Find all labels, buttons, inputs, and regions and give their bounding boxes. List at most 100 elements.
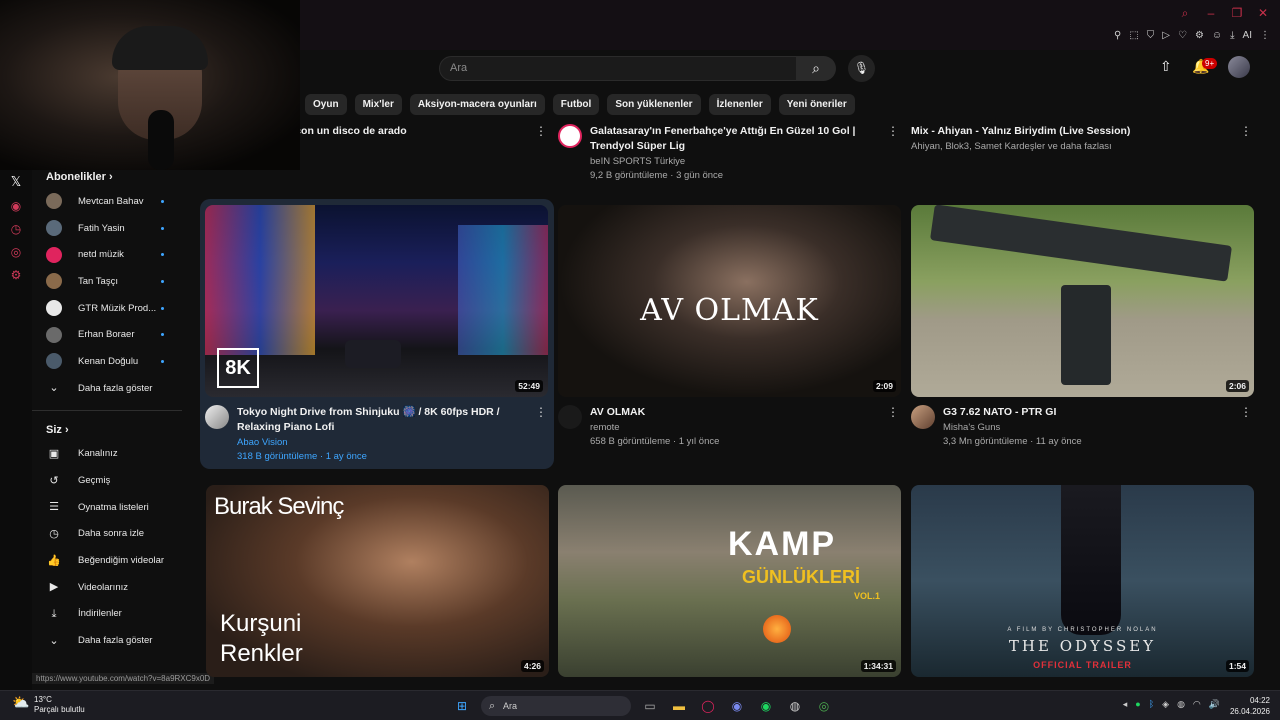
spotify-tray-icon[interactable]: ● [1135, 699, 1140, 710]
pin-icon[interactable]: ⚲ [1114, 30, 1121, 41]
video-thumbnail[interactable]: KAMP GÜNLÜKLERİ VOL.1 1:34:31 [558, 485, 901, 677]
video-thumbnail[interactable]: 8K 52:49 [205, 205, 548, 397]
video-thumbnail[interactable]: 2:06 [911, 205, 1254, 397]
more-options-icon[interactable]: ⋮ [887, 405, 899, 419]
video-title[interactable]: G3 7.62 NATO - PTR GI [943, 405, 1254, 420]
show-more-subscriptions[interactable]: ⌄ Daha fazla göster [32, 375, 182, 402]
more-options-icon[interactable]: ⋮ [535, 124, 547, 138]
menu-icon[interactable]: ⋮ [1260, 30, 1270, 41]
screenshot-icon[interactable]: ⬚ [1129, 30, 1138, 41]
video-title[interactable]: Galatasaray'ın Fenerbahçe'ye Attığı En G… [590, 124, 901, 154]
subscription-item[interactable]: Tan Taşçı [32, 268, 182, 295]
video-card[interactable]: 2:06 G3 7.62 NATO - PTR GI Misha's Guns … [911, 205, 1254, 463]
you-item[interactable]: ↺ Geçmiş [32, 467, 182, 494]
task-view-icon[interactable]: ▭ [640, 696, 660, 716]
shield-icon[interactable]: ⛉ [1147, 30, 1155, 41]
video-title[interactable]: Tokyo Night Drive from Shinjuku 🎆 / 8K 6… [237, 405, 549, 435]
video-card[interactable]: A FILM BY CHRISTOPHER NOLAN THE ODYSSEY … [911, 485, 1254, 677]
steam-icon[interactable]: ◍ [785, 696, 805, 716]
video-card-partial-3[interactable]: Mix - Ahiyan - Yalnız Biriydim (Live Ses… [911, 120, 1254, 186]
account-avatar[interactable] [1228, 56, 1250, 78]
show-more-you[interactable]: ⌄ Daha fazla göster [32, 627, 182, 654]
channel-avatar[interactable] [205, 405, 229, 429]
filter-chip[interactable]: İzlenenler [708, 94, 771, 115]
channel-name[interactable]: Misha's Guns [943, 422, 1254, 433]
play-icon[interactable]: ▷ [1162, 30, 1170, 41]
extensions-icon[interactable]: ⚙ [1195, 30, 1204, 41]
clock[interactable]: 04:22 26.04.2026 [1230, 695, 1270, 717]
filter-chip[interactable]: Yeni öneriler [778, 94, 855, 115]
video-card[interactable]: KAMP GÜNLÜKLERİ VOL.1 1:34:31 [558, 485, 901, 677]
download-icon[interactable]: ⤓ [1230, 30, 1234, 41]
you-item[interactable]: ▶ Videolarınız [32, 574, 182, 601]
nvidia-icon[interactable]: ◈ [1162, 699, 1169, 710]
history-icon[interactable]: ◷ [0, 222, 32, 236]
spotify-icon[interactable]: ◉ [756, 696, 776, 716]
wifi-icon[interactable]: ◠ [1193, 699, 1201, 710]
ai-button[interactable]: AI [1243, 30, 1252, 41]
you-item[interactable]: ⤓ İndirilenler [32, 601, 182, 628]
chrome-icon[interactable]: ◎ [814, 696, 834, 716]
more-options-icon[interactable]: ⋮ [1240, 124, 1252, 138]
filter-chip[interactable]: Futbol [552, 94, 600, 115]
subscription-item[interactable]: Fatih Yasin [32, 215, 182, 242]
you-header[interactable]: Siz › [32, 419, 182, 441]
steam-tray-icon[interactable]: ◍ [1177, 699, 1185, 710]
more-options-icon[interactable]: ⋮ [535, 405, 547, 419]
heart-icon[interactable]: ♡ [1178, 30, 1187, 41]
messenger-icon[interactable]: ◎ [0, 245, 32, 259]
search-icon[interactable]: ⌕ [1178, 6, 1192, 21]
you-item[interactable]: ☰ Oynatma listeleri [32, 494, 182, 521]
settings-icon[interactable]: ⚙ [0, 268, 32, 282]
channel-name[interactable]: Ahiyan, Blok3, Samet Kardeşler ve daha f… [911, 141, 1254, 152]
channel-name[interactable]: beIN SPORTS Türkiye [590, 156, 901, 167]
tray-icon[interactable]: ◂ [1123, 699, 1128, 710]
filter-chip[interactable]: Mix'ler [354, 94, 402, 115]
discord-icon[interactable]: ◉ [727, 696, 747, 716]
filter-chip[interactable]: Aksiyon-macera oyunları [409, 94, 545, 115]
minimize-button[interactable]: – [1204, 6, 1218, 21]
video-thumbnail[interactable]: A FILM BY CHRISTOPHER NOLAN THE ODYSSEY … [911, 485, 1254, 677]
video-thumbnail[interactable]: AV OLMAK 2:09 [558, 205, 901, 397]
subscription-item[interactable]: Erhan Boraer [32, 321, 182, 348]
maximize-button[interactable]: ❐ [1230, 6, 1244, 21]
video-thumbnail[interactable]: Burak Sevinç Kurşuni Renkler 4:26 [206, 485, 549, 677]
video-card[interactable]: Burak Sevinç Kurşuni Renkler 4:26 [206, 485, 549, 677]
channel-avatar[interactable] [558, 124, 582, 148]
weather-widget[interactable]: ⛅ 13°C Parçalı bulutlu [12, 695, 85, 715]
channel-name[interactable]: remote [590, 422, 901, 433]
opera-gx-icon[interactable]: ◯ [698, 696, 718, 716]
video-card-partial-2[interactable]: Galatasaray'ın Fenerbahçe'ye Attığı En G… [558, 120, 901, 186]
more-options-icon[interactable]: ⋮ [1240, 405, 1252, 419]
taskbar-search[interactable]: Ara [481, 696, 631, 716]
profile-icon[interactable]: ☺ [1212, 30, 1222, 41]
video-title[interactable]: Mix - Ahiyan - Yalnız Biriydim (Live Ses… [911, 124, 1254, 139]
windows-start-icon[interactable]: ⊞ [452, 696, 472, 716]
upload-button[interactable]: ⇧ [1160, 58, 1172, 75]
search-button[interactable]: ⌕ [796, 56, 836, 81]
channel-avatar[interactable] [911, 405, 935, 429]
filter-chip[interactable]: Oyun [305, 94, 347, 115]
you-item[interactable]: ◷ Daha sonra izle [32, 521, 182, 548]
video-card[interactable]: 8K 52:49 Tokyo Night Drive from Shinjuku… [200, 199, 554, 469]
you-item[interactable]: ▣ Kanalınız [32, 441, 182, 468]
you-item[interactable]: 👍 Beğendiğim videolar [32, 547, 182, 574]
channel-name[interactable]: Abao Vision [237, 437, 549, 448]
close-button[interactable]: ✕ [1256, 6, 1270, 21]
channel-avatar[interactable] [558, 405, 582, 429]
subscription-item[interactable]: GTR Müzik Prod... [32, 295, 182, 322]
volume-icon[interactable]: 🔊 [1209, 699, 1220, 710]
x-icon[interactable]: 𝕏 [0, 174, 32, 190]
subscription-item[interactable]: Mevtcan Bahav [32, 188, 182, 215]
file-explorer-icon[interactable]: ▬ [669, 696, 689, 716]
filter-chip[interactable]: Son yüklenenler [607, 94, 701, 115]
subscription-item[interactable]: netd müzik [32, 241, 182, 268]
voice-search-button[interactable]: 🎙 [848, 55, 875, 82]
more-options-icon[interactable]: ⋮ [887, 124, 899, 138]
search-input[interactable]: Ara [439, 56, 797, 81]
video-card[interactable]: AV OLMAK 2:09 AV OLMAK remote 658 B görü… [558, 205, 901, 463]
player-icon[interactable]: ◉ [0, 199, 32, 213]
subscription-item[interactable]: Kenan Doğulu [32, 348, 182, 375]
bluetooth-icon[interactable]: ᛒ [1149, 699, 1154, 710]
video-title[interactable]: AV OLMAK [590, 405, 901, 420]
